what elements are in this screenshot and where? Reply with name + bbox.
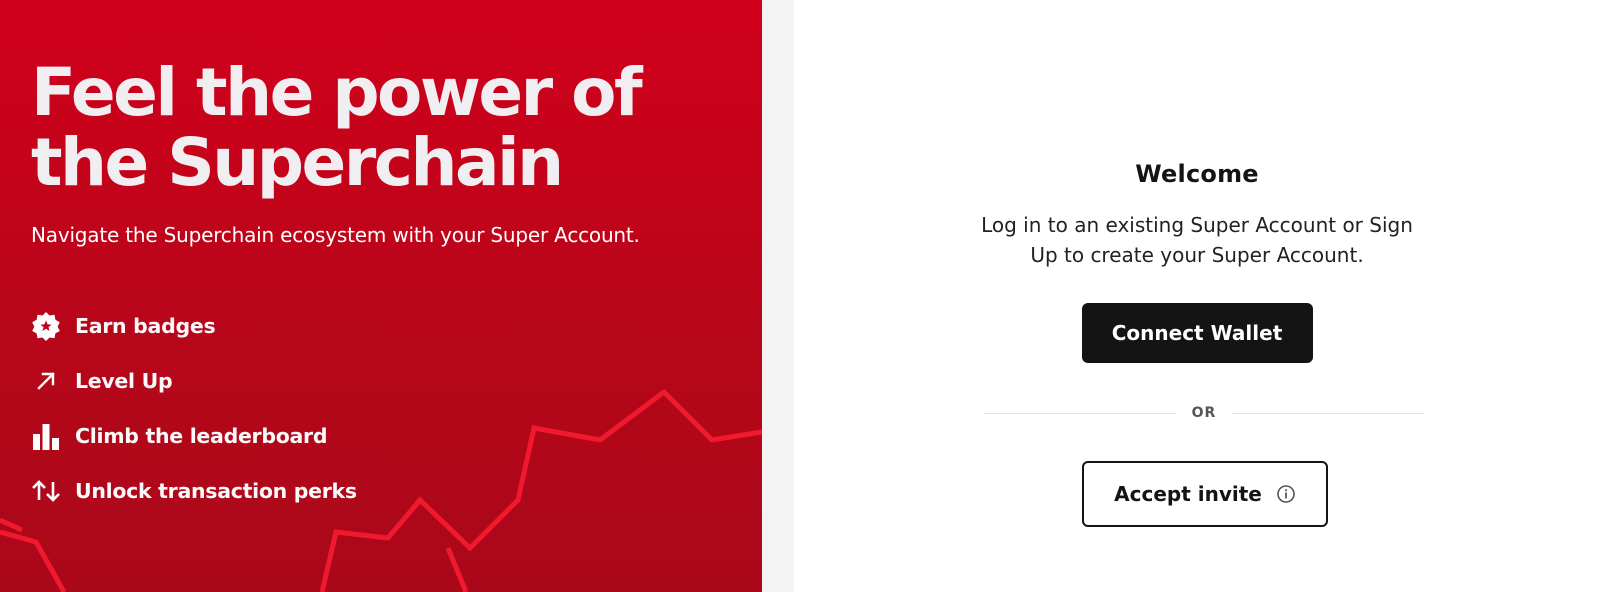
page: Feel the power of the Superchain Navigat… bbox=[0, 0, 1600, 592]
feature-label: Earn badges bbox=[75, 314, 216, 338]
or-divider: OR bbox=[984, 404, 1424, 424]
hero-subtitle: Navigate the Superchain ecosystem with y… bbox=[31, 223, 640, 247]
connect-wallet-button[interactable]: Connect Wallet bbox=[1081, 303, 1313, 363]
accept-invite-button[interactable]: Accept invite bbox=[1082, 461, 1328, 527]
info-icon[interactable] bbox=[1276, 484, 1296, 504]
feature-item-level-up: Level Up bbox=[31, 365, 357, 397]
login-card: Welcome Log in to an existing Super Acco… bbox=[794, 160, 1600, 363]
feature-label: Level Up bbox=[75, 369, 173, 393]
bar-chart-icon bbox=[31, 421, 61, 451]
hero-title: Feel the power of the Superchain bbox=[31, 54, 643, 201]
badge-star-icon bbox=[31, 311, 61, 341]
panel-gap bbox=[762, 0, 794, 592]
welcome-title: Welcome bbox=[1135, 160, 1259, 188]
feature-item-leaderboard: Climb the leaderboard bbox=[31, 420, 357, 452]
divider-line-right bbox=[1232, 413, 1424, 414]
feature-item-earn-badges: Earn badges bbox=[31, 310, 357, 342]
welcome-description: Log in to an existing Super Account or S… bbox=[981, 213, 1413, 267]
hero-panel: Feel the power of the Superchain Navigat… bbox=[0, 0, 762, 592]
arrow-up-right-icon bbox=[31, 366, 61, 396]
feature-label: Unlock transaction perks bbox=[75, 479, 357, 503]
accept-invite-label: Accept invite bbox=[1114, 482, 1262, 506]
feature-label: Climb the leaderboard bbox=[75, 424, 328, 448]
login-panel: Welcome Log in to an existing Super Acco… bbox=[794, 0, 1600, 592]
hero-heading-group: Feel the power of the Superchain Navigat… bbox=[31, 54, 671, 248]
feature-item-transaction-perks: Unlock transaction perks bbox=[31, 475, 357, 507]
swap-arrows-icon bbox=[31, 476, 61, 506]
feature-list: Earn badges Level Up Climb the leaderboa… bbox=[31, 310, 357, 530]
